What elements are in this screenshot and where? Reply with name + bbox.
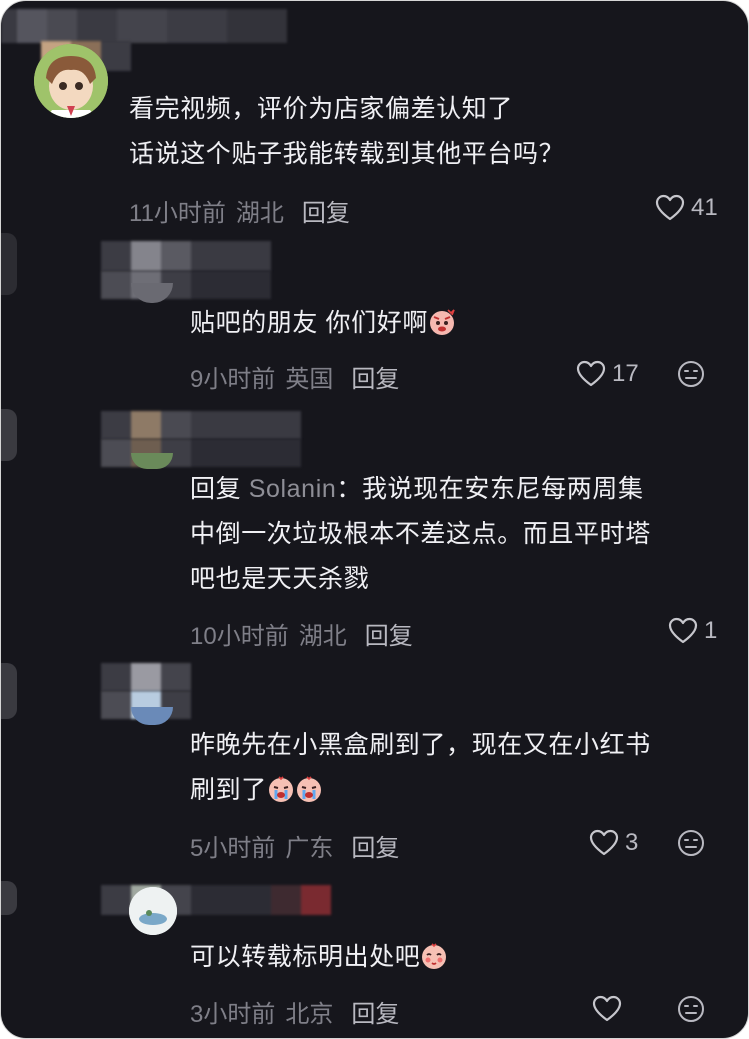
meh-face-icon [678,361,704,387]
timestamp: 9小时前 [190,366,276,393]
timestamp: 5小时前 [190,835,276,862]
location: 广东 [285,835,334,862]
user-avatar[interactable] [131,283,173,303]
location: 湖北 [298,623,347,650]
heart-icon [589,829,619,856]
like-count: 41 [691,194,718,221]
like-count: 1 [704,617,718,644]
user-avatar[interactable] [34,44,108,118]
username-redacted [101,663,191,691]
comment-text: 贴吧的朋友 你们好啊 [190,301,456,346]
mention-username[interactable]: Solanin [249,475,337,503]
shy-face-emoji [422,943,447,969]
comment-text: 可以转载标明出处吧 [190,935,448,980]
like-count: 3 [625,829,639,856]
comment-text: 昨晚先在小黑盒刷到了，现在又在小红书 刷到了 [190,731,651,804]
like-count: 17 [612,360,639,387]
location: 英国 [285,366,334,393]
like-button[interactable]: 1 [668,617,717,645]
meh-face-icon [678,996,704,1022]
like-button[interactable] [592,995,622,1023]
username-redacted [101,411,301,439]
comment-panel: 看完视频，评价为店家偏差认知了 话说这个贴子我能转载到其他平台吗？ 11小时前 … [0,0,749,1039]
username-redacted [1,9,287,43]
left-edge-tab [1,233,17,295]
reply-button[interactable]: 回复 [351,359,399,394]
comment-meta: 10小时前 湖北 回复 [190,616,413,651]
crying-face-emoji [296,776,321,802]
crying-face-emoji [268,776,293,802]
username-redacted [101,241,271,271]
location: 北京 [285,1001,334,1028]
dislike-button[interactable] [677,829,705,862]
comment-meta: 9小时前 英国 回复 [190,359,399,394]
left-edge-tab [1,881,17,915]
username-redacted [101,271,271,299]
dislike-button[interactable] [677,360,705,393]
like-button[interactable]: 17 [576,360,639,388]
reply-prefix: 回复 [190,475,242,503]
like-button[interactable]: 41 [655,194,718,222]
timestamp: 10小时前 [190,623,289,650]
user-avatar[interactable] [131,707,173,725]
timestamp: 3小时前 [190,1001,276,1028]
comment-text: 看完视频，评价为店家偏差认知了 话说这个贴子我能转载到其他平台吗？ [129,95,565,168]
left-edge-tab [1,663,17,719]
comment-meta: 11小时前 湖北 回复 [129,193,350,228]
heart-icon [576,360,606,387]
comment-meta: 5小时前 广东 回复 [190,828,399,863]
location: 湖北 [235,200,284,227]
comment-meta: 3小时前 北京 回复 [190,994,399,1029]
heart-icon [592,995,622,1022]
reply-button[interactable]: 回复 [365,616,413,651]
reply-button[interactable]: 回复 [302,193,350,228]
heart-icon [668,617,698,644]
heart-icon [655,194,685,221]
like-button[interactable]: 3 [589,829,638,857]
reply-button[interactable]: 回复 [351,828,399,863]
comment-text: 回复 Solanin：我说现在安东尼每两周集 中倒一次垃圾根本不差这点。而且平时… [190,475,651,593]
left-edge-tab [1,409,17,461]
reply-button[interactable]: 回复 [351,994,399,1029]
angry-face-emoji [429,309,455,335]
timestamp: 11小时前 [129,200,226,227]
dislike-button[interactable] [677,995,705,1028]
meh-face-icon [678,830,704,856]
user-avatar[interactable] [129,887,177,935]
